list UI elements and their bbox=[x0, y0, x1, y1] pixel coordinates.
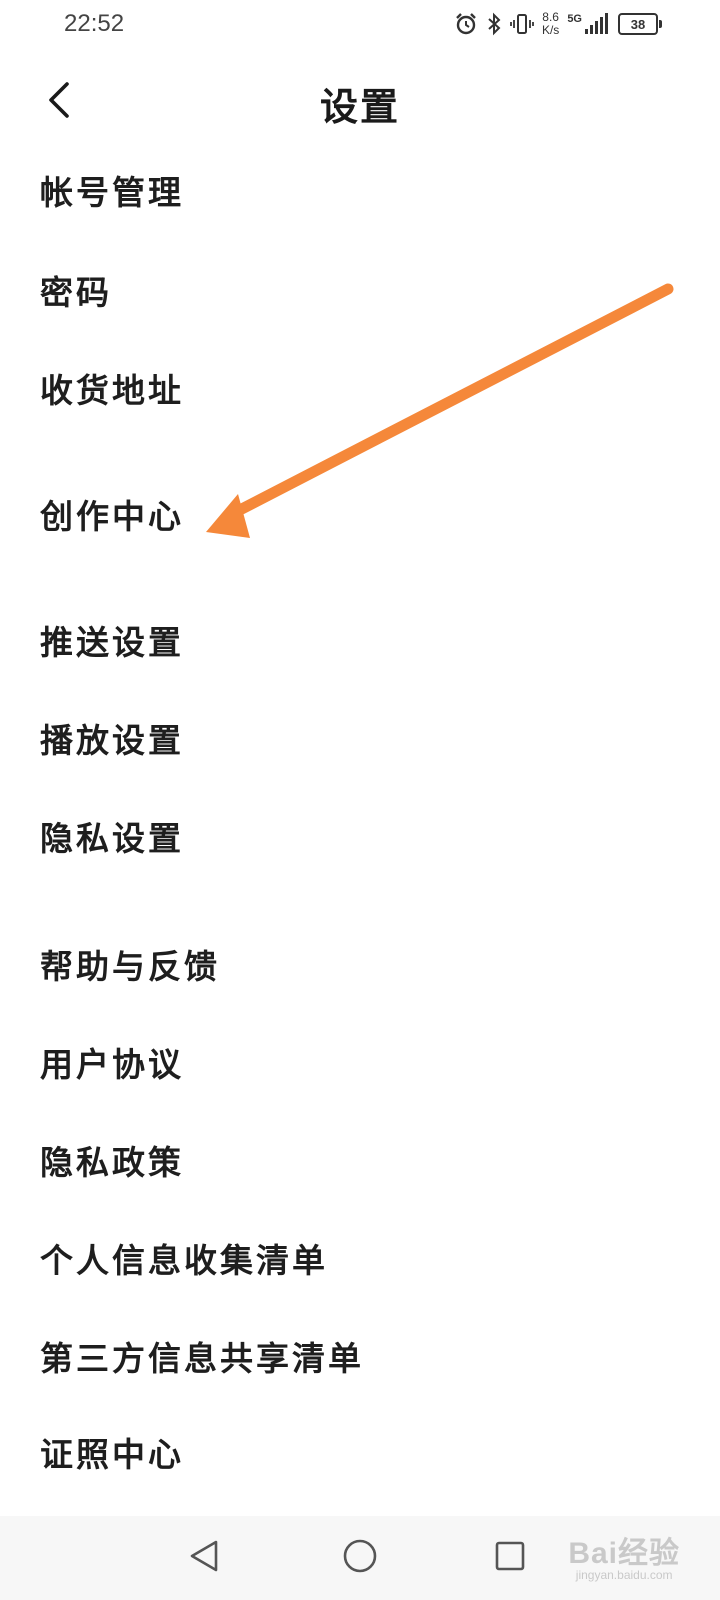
menu-item-privacy-policy[interactable]: 隐私政策 bbox=[40, 1136, 184, 1184]
menu-item-third-party-sharing-list[interactable]: 第三方信息共享清单 bbox=[40, 1332, 364, 1380]
status-time: 22:52 bbox=[64, 10, 125, 37]
nav-home-button[interactable] bbox=[336, 1534, 384, 1582]
home-circle-icon bbox=[342, 1538, 378, 1578]
menu-item-personal-info-list[interactable]: 个人信息收集清单 bbox=[40, 1234, 328, 1282]
system-nav-bar: Bai经验 jingyan.baidu.com bbox=[0, 1516, 720, 1600]
net-speed: 8.6 K/s bbox=[542, 11, 559, 37]
back-triangle-icon bbox=[187, 1538, 221, 1578]
menu-item-shipping-address[interactable]: 收货地址 bbox=[40, 364, 184, 412]
recents-square-icon bbox=[494, 1540, 526, 1576]
menu-item-creator-center[interactable]: 创作中心 bbox=[40, 490, 184, 538]
status-bar: 22:52 8.6 K/s 5G 38 bbox=[0, 0, 720, 50]
bluetooth-icon bbox=[486, 12, 502, 36]
nav-back-button[interactable] bbox=[180, 1534, 228, 1582]
menu-item-privacy-settings[interactable]: 隐私设置 bbox=[40, 812, 184, 860]
menu-item-user-agreement[interactable]: 用户协议 bbox=[40, 1038, 184, 1086]
nav-recents-button[interactable] bbox=[486, 1534, 534, 1582]
battery-icon: 38 bbox=[618, 13, 662, 35]
baidu-watermark: Bai经验 jingyan.baidu.com bbox=[568, 1528, 680, 1582]
menu-item-push-settings[interactable]: 推送设置 bbox=[40, 616, 184, 664]
net-speed-unit: K/s bbox=[541, 23, 560, 37]
menu-item-playback-settings[interactable]: 播放设置 bbox=[40, 714, 184, 762]
signal-icon: 5G bbox=[567, 13, 610, 35]
alarm-icon bbox=[454, 12, 478, 36]
watermark-text: Bai经验 bbox=[568, 1537, 680, 1570]
menu-item-license-center[interactable]: 证照中心 bbox=[40, 1428, 184, 1476]
menu-item-password[interactable]: 密码 bbox=[40, 266, 112, 314]
menu-item-account-management[interactable]: 帐号管理 bbox=[40, 166, 184, 214]
menu-item-help-feedback[interactable]: 帮助与反馈 bbox=[40, 940, 220, 988]
vibrate-icon bbox=[510, 12, 534, 36]
header: 设置 bbox=[0, 62, 720, 142]
network-type: 5G bbox=[567, 13, 582, 25]
page-title: 设置 bbox=[319, 85, 400, 129]
status-icons: 8.6 K/s 5G 38 bbox=[454, 6, 662, 42]
watermark-sub: jingyan.baidu.com bbox=[575, 1568, 673, 1582]
battery-level: 38 bbox=[630, 16, 646, 32]
